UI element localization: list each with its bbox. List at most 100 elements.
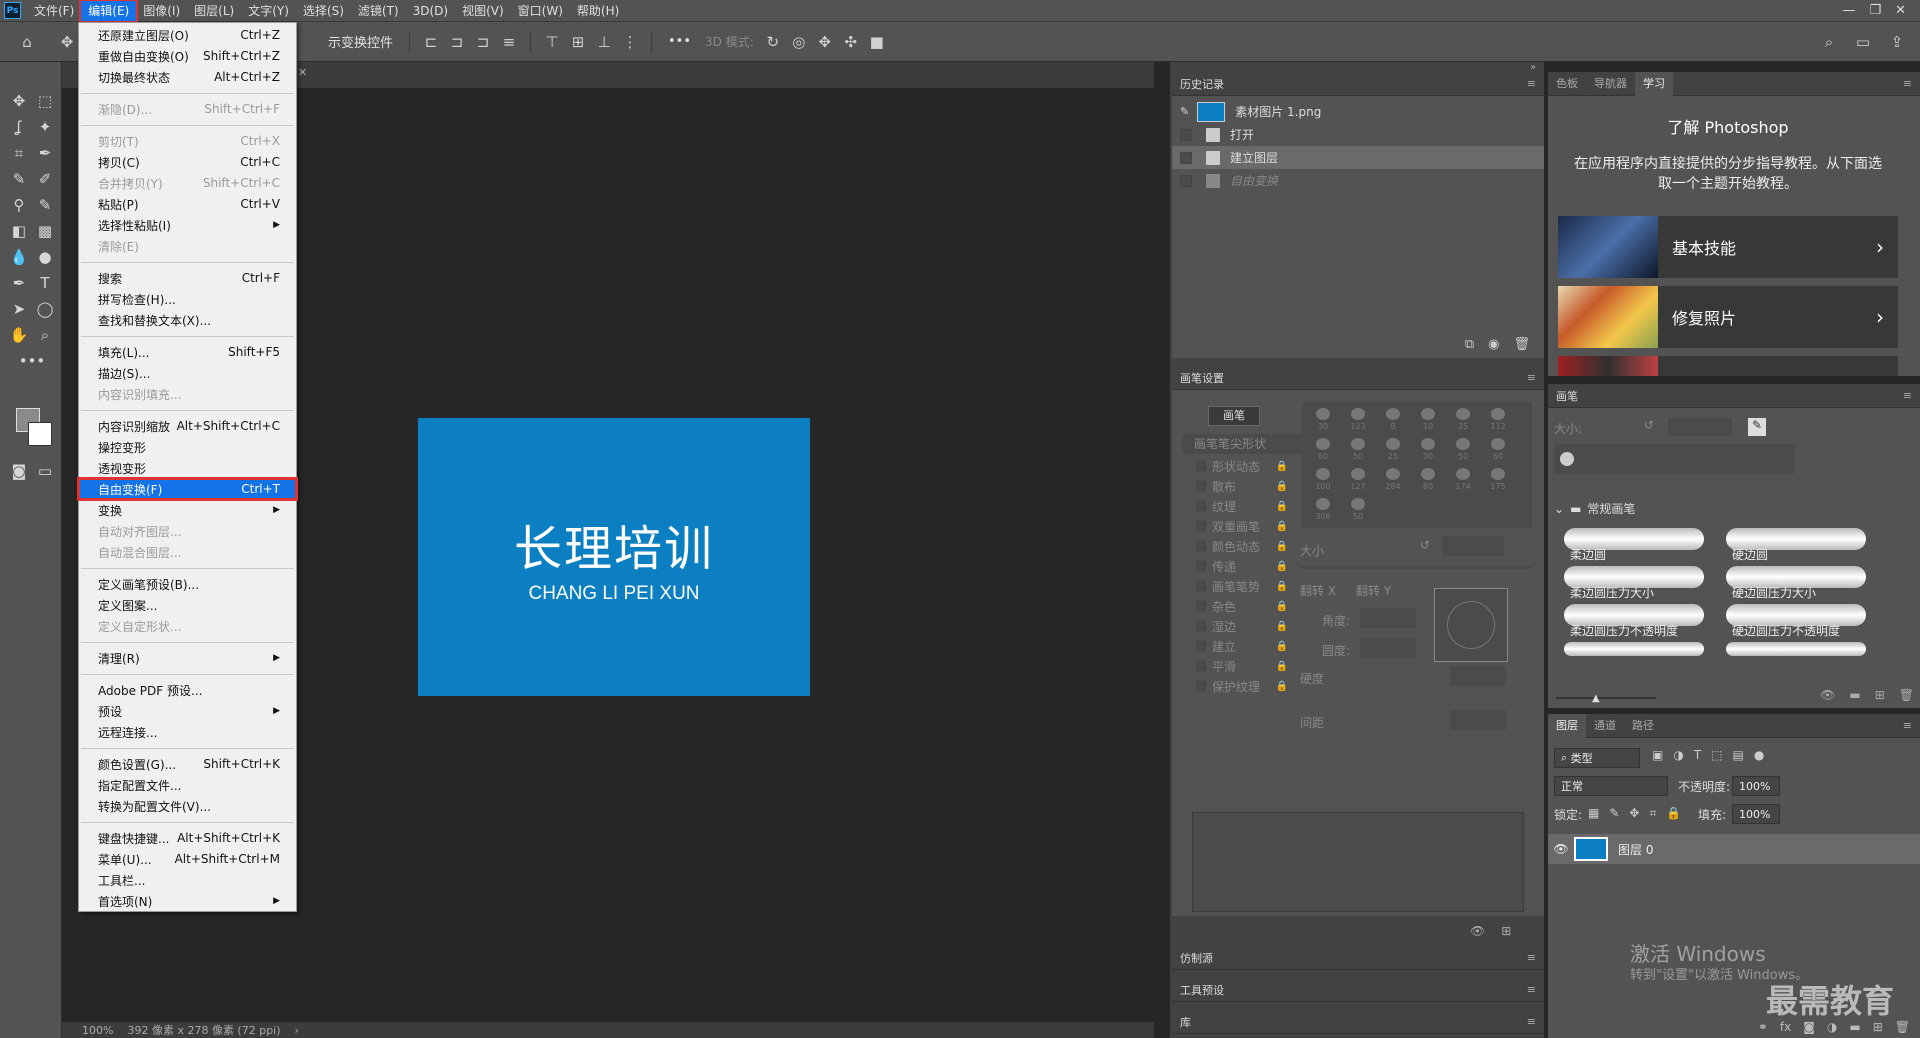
brush-tip[interactable]: 50 [1343,436,1373,464]
checkbox[interactable] [1196,521,1206,531]
flip-x-checkbox[interactable]: 翻转 X [1300,582,1336,599]
edit-menu-item[interactable]: 内容识别填充... [79,384,296,404]
align-right-icon[interactable]: ⊐ [470,29,496,55]
edit-menu-item[interactable]: 定义画笔预设(B)... [79,574,296,594]
crop-tool-icon[interactable]: ⌗ [6,142,32,164]
tab-learn-panel[interactable]: 色板 [1548,72,1586,96]
pen-tool-icon[interactable]: ✒ [6,272,32,294]
brush-tip[interactable]: 30 [1308,406,1338,434]
move-tool-icon[interactable]: ✥ [6,90,32,112]
edit-menu-item[interactable]: 拷贝(C) Ctrl+C [79,152,296,172]
checkbox[interactable] [1196,681,1206,691]
new-group-icon[interactable]: ▬ [1849,688,1860,702]
checkbox[interactable] [1196,541,1206,551]
brush-tip[interactable]: 174 [1448,466,1478,494]
brush-name[interactable]: 柔边圆压力大小 [1570,584,1654,601]
brush-stroke-preview[interactable] [1564,642,1704,656]
adjustment-layer-icon[interactable]: ◑ [1827,1020,1837,1034]
panel-menu-icon[interactable]: ≡ [1903,719,1920,732]
checkbox[interactable] [1196,581,1206,591]
menu-item[interactable]: 3D(D) [406,1,455,21]
brush-tip[interactable]: 112 [1483,406,1513,434]
magic-wand-icon[interactable]: ✦ [32,116,58,138]
spacing-field[interactable] [1450,710,1506,730]
type-tool-icon[interactable]: T [32,272,58,294]
opacity-field[interactable]: 100% [1732,776,1780,796]
edit-menu-item[interactable]: 颜色设置(G)... Shift+Ctrl+K [79,754,296,774]
align-left-icon[interactable]: ⊏ [418,29,444,55]
edit-menu-item[interactable]: 变换 ▶ [79,500,296,520]
layer-name[interactable]: 图层 0 [1618,841,1653,858]
lock-all-icon[interactable]: 🔒 [1666,806,1681,821]
lock-transparency-icon[interactable]: ▦ [1588,806,1599,821]
lock-icon[interactable]: 🔒 [1276,461,1288,472]
edit-menu-item[interactable]: 定义自定形状... [79,616,296,636]
menu-item[interactable]: 选择(S) [296,1,351,21]
brush-tip[interactable]: 80 [1413,466,1443,494]
hardness-field[interactable] [1450,666,1506,686]
menu-item[interactable]: 编辑(E) [79,0,139,23]
edit-menu-item[interactable]: 首选项(N) ▶ [79,891,296,911]
close-icon[interactable]: ✕ [1895,3,1906,18]
fill-field[interactable]: 100% [1732,804,1780,824]
align-bottom-icon[interactable]: ⊥ [591,29,617,55]
edit-menu-item[interactable]: 选择性粘贴(I) ▶ [79,215,296,235]
lock-icon[interactable]: 🔒 [1276,541,1288,552]
filter-pixel-icon[interactable]: ▣ [1652,748,1663,762]
edit-menu-item[interactable]: 合并拷贝(Y) Shift+Ctrl+C [79,173,296,193]
brush-group-header[interactable]: ⌄ ▬ 常规画笔 [1554,500,1635,517]
lock-icon[interactable]: 🔒 [1276,501,1288,512]
learn-card-fix-photos[interactable]: 修复照片 › [1558,286,1898,348]
distribute-icon[interactable]: ≡ [496,29,522,55]
marquee-tool-icon[interactable]: ⬚ [32,90,58,112]
home-icon[interactable]: ⌂ [14,29,40,55]
lock-icon[interactable]: 🔒 [1276,601,1288,612]
document-canvas[interactable]: 长理培训 CHANG LI PEI XUN [418,418,810,696]
brush-tip[interactable]: 306 [1308,496,1338,524]
edit-menu-item[interactable]: 填充(L)... Shift+F5 [79,342,296,362]
zoom-level[interactable]: 100% [82,1024,113,1037]
brush-option[interactable]: 散布 🔒 [1172,476,1302,496]
brush-tip[interactable]: 25 [1448,406,1478,434]
panel-menu-icon[interactable]: ≡ [1527,77,1536,90]
edit-menu-item[interactable]: 搜索 Ctrl+F [79,268,296,288]
panel-menu-icon[interactable]: ≡ [1527,1015,1536,1028]
edit-menu-item[interactable]: 切换最终状态 Alt+Ctrl+Z [79,67,296,87]
lock-icon[interactable]: 🔒 [1276,641,1288,652]
checkbox[interactable] [1196,661,1206,671]
menu-item[interactable]: 图层(L) [187,1,241,21]
more-options-icon[interactable]: ••• [660,34,699,49]
filter-smart-icon[interactable]: ▤ [1733,748,1744,762]
snapshot-camera-icon[interactable]: ◉ [1488,337,1499,352]
brush-option[interactable]: 双重画笔 🔒 [1172,516,1302,536]
brush-option[interactable]: 形状动态 🔒 [1172,456,1302,476]
brush-tip[interactable]: 30 [1413,436,1443,464]
checkbox[interactable] [1196,461,1206,471]
brush-name[interactable]: 硬边圆压力大小 [1732,584,1816,601]
brush-tip[interactable]: 123 [1343,406,1373,434]
tab-learn-panel[interactable]: 导航器 [1586,72,1635,96]
brush-option[interactable]: 纹理 🔒 [1172,496,1302,516]
menu-item[interactable]: 帮助(H) [570,1,626,21]
brush-tip[interactable]: 25 [1378,436,1408,464]
edit-menu-item[interactable]: 描边(S)... [79,363,296,383]
panel-menu-icon[interactable]: ≡ [1527,951,1536,964]
edit-menu-item[interactable]: 指定配置文件... [79,775,296,795]
panel-menu-icon[interactable]: ≡ [1903,77,1920,90]
brush-tip[interactable]: 10 [1413,406,1443,434]
new-document-icon[interactable]: ⧉ [1465,337,1474,352]
roll-3d-icon[interactable]: ◎ [786,29,812,55]
spacing-checkbox[interactable]: 间距 [1300,714,1324,731]
brush-tip[interactable]: 127 [1343,466,1373,494]
filter-adjustment-icon[interactable]: ◑ [1673,748,1683,762]
distribute-vertical-icon[interactable]: ⋮ [617,29,643,55]
brush-tip[interactable]: 50 [1448,436,1478,464]
move-tool-icon[interactable]: ✥ [54,29,80,55]
camera-3d-icon[interactable]: ■ [864,29,890,55]
brush-tool-icon[interactable]: ✐ [32,168,58,190]
size-field[interactable] [1442,536,1504,556]
slider-thumb-icon[interactable]: ▲ [1592,693,1600,704]
history-step-undone[interactable]: 自由变换 [1172,169,1544,192]
lock-icon[interactable]: 🔒 [1276,581,1288,592]
background-color-swatch[interactable] [28,422,52,446]
